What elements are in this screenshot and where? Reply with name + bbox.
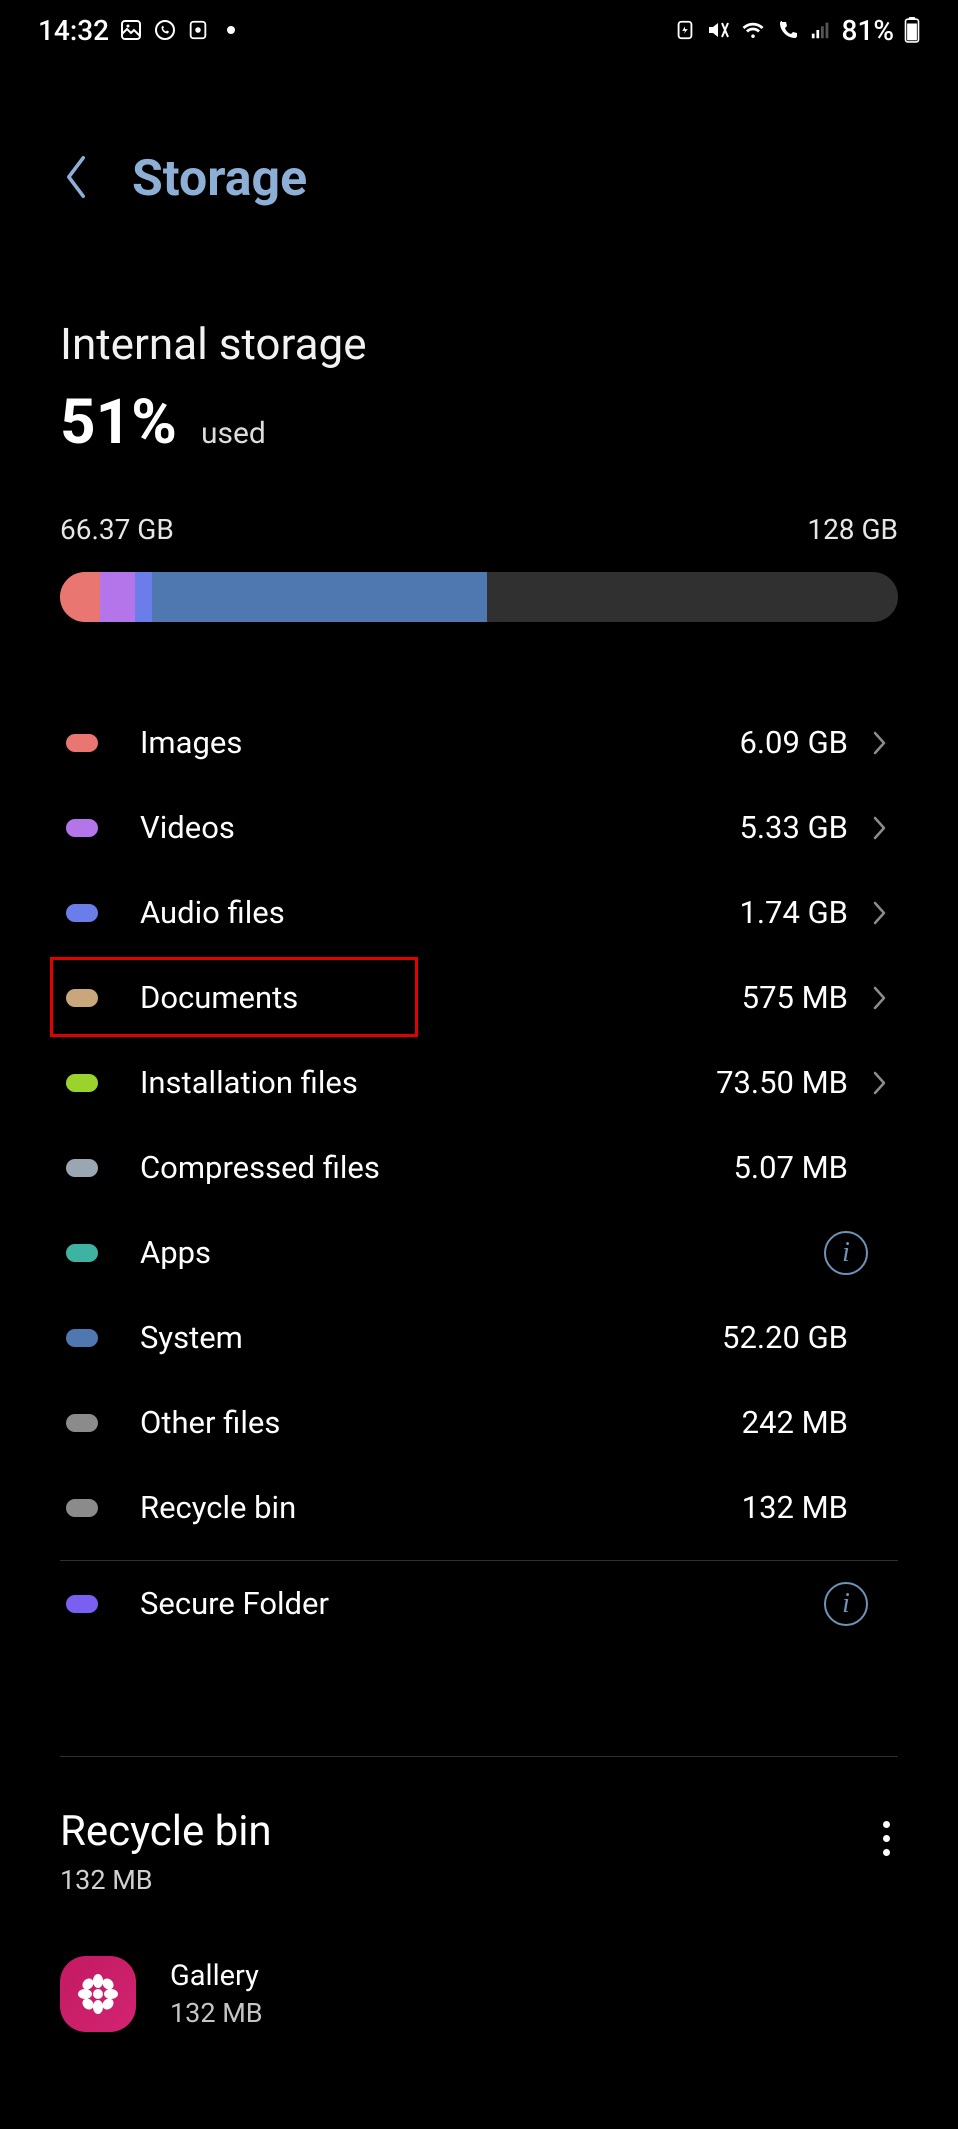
category-audio[interactable]: Audio files1.74 GB: [60, 870, 898, 955]
storage-usage-bar: [60, 572, 898, 622]
category-label: System: [140, 1319, 722, 1356]
wifi-icon: [740, 18, 766, 42]
app-notification-icon: [187, 19, 209, 41]
category-compressed[interactable]: Compressed files5.07 MB: [60, 1125, 898, 1210]
category-apps[interactable]: Appsi: [60, 1210, 898, 1295]
category-label: Images: [140, 724, 739, 761]
more-options-button[interactable]: [875, 1807, 898, 1870]
category-color-pill: [66, 1074, 98, 1092]
category-list: Images6.09 GBVideos5.33 GBAudio files1.7…: [60, 700, 898, 1646]
category-label: Other files: [140, 1404, 742, 1441]
category-label: Apps: [140, 1234, 824, 1271]
status-time: 14:32: [38, 14, 109, 47]
power-share-icon: [674, 19, 696, 41]
storage-summary: Internal storage 51% used 66.37 GB 128 G…: [60, 318, 898, 622]
category-color-pill: [66, 989, 98, 1007]
category-label: Recycle bin: [140, 1489, 742, 1526]
category-color-pill: [66, 1595, 98, 1613]
chevron-right-icon: [868, 814, 892, 842]
category-value: 575 MB: [742, 979, 848, 1016]
category-recycle[interactable]: Recycle bin132 MB: [60, 1465, 898, 1550]
category-value: 5.33 GB: [739, 809, 848, 846]
usage-bar-segment: [135, 572, 152, 622]
battery-icon: [904, 17, 920, 43]
gallery-app-icon: [60, 1956, 136, 2032]
storage-percent-used: 51%: [60, 386, 177, 459]
info-icon[interactable]: i: [824, 1582, 868, 1626]
recycle-bin-item[interactable]: Gallery 132 MB: [60, 1956, 898, 2032]
category-images[interactable]: Images6.09 GB: [60, 700, 898, 785]
usage-bar-segment: [100, 572, 135, 622]
wifi-calling-icon: [776, 18, 800, 42]
category-label: Compressed files: [140, 1149, 733, 1186]
storage-total-value: 128 GB: [807, 513, 898, 546]
category-system[interactable]: System52.20 GB: [60, 1295, 898, 1380]
recycle-bin-item-size: 132 MB: [170, 1997, 263, 2029]
recycle-bin-title: Recycle bin: [60, 1807, 272, 1856]
category-install[interactable]: Installation files73.50 MB: [60, 1040, 898, 1125]
usage-bar-segment: [60, 572, 100, 622]
category-documents[interactable]: Documents575 MB: [60, 955, 898, 1040]
category-color-pill: [66, 734, 98, 752]
chevron-right-icon: [868, 1069, 892, 1097]
page-header: Storage: [0, 60, 958, 248]
section-divider: [60, 1756, 898, 1757]
category-value: 5.07 MB: [733, 1149, 848, 1186]
category-secure[interactable]: Secure Folderi: [60, 1561, 898, 1646]
signal-icon: [810, 19, 832, 41]
recycle-bin-items: Gallery 132 MB: [60, 1956, 898, 2032]
back-button[interactable]: [60, 153, 92, 205]
category-color-pill: [66, 819, 98, 837]
storage-used-value: 66.37 GB: [60, 513, 174, 546]
storage-percent-row: 51% used: [60, 386, 898, 459]
category-value: 73.50 MB: [716, 1064, 848, 1101]
chevron-right-icon: [868, 984, 892, 1012]
category-color-pill: [66, 904, 98, 922]
status-battery-percent: 81%: [842, 14, 894, 47]
gallery-icon: [119, 18, 143, 42]
status-bar-right: 81%: [674, 14, 920, 47]
category-value: 242 MB: [742, 1404, 848, 1441]
more-notifications-dot-icon: [227, 26, 235, 34]
category-label: Installation files: [140, 1064, 716, 1101]
storage-capacity-row: 66.37 GB 128 GB: [60, 513, 898, 546]
chevron-right-icon: [868, 899, 892, 927]
recycle-bin-header: Recycle bin 132 MB: [60, 1807, 898, 1896]
chevron-right-icon: [868, 729, 892, 757]
category-label: Documents: [140, 979, 742, 1016]
internal-storage-heading: Internal storage: [60, 318, 898, 370]
mute-icon: [706, 18, 730, 42]
category-videos[interactable]: Videos5.33 GB: [60, 785, 898, 870]
category-color-pill: [66, 1414, 98, 1432]
status-bar: 14:32: [0, 0, 958, 60]
category-color-pill: [66, 1244, 98, 1262]
recycle-bin-item-title: Gallery: [170, 1959, 263, 1993]
category-label: Audio files: [140, 894, 739, 931]
usage-bar-segment: [152, 572, 487, 622]
category-value: 132 MB: [742, 1489, 848, 1526]
category-color-pill: [66, 1159, 98, 1177]
category-value: 52.20 GB: [722, 1319, 848, 1356]
category-label: Secure Folder: [140, 1585, 824, 1622]
recycle-bin-subtitle: 132 MB: [60, 1864, 272, 1896]
category-color-pill: [66, 1499, 98, 1517]
status-bar-left: 14:32: [38, 14, 235, 47]
category-other[interactable]: Other files242 MB: [60, 1380, 898, 1465]
category-value: 1.74 GB: [739, 894, 848, 931]
page-title: Storage: [132, 150, 307, 208]
whatsapp-icon: [153, 18, 177, 42]
category-value: 6.09 GB: [739, 724, 848, 761]
info-icon[interactable]: i: [824, 1231, 868, 1275]
category-label: Videos: [140, 809, 739, 846]
category-color-pill: [66, 1329, 98, 1347]
storage-percent-suffix: used: [201, 416, 266, 451]
